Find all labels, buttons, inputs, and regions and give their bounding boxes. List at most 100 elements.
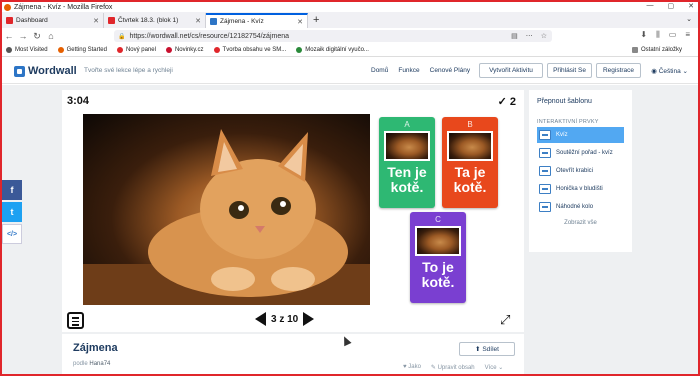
- bookmark-most-visited[interactable]: Most Visited: [6, 47, 48, 53]
- window-titlebar: Zájmena - Kvíz - Mozilla Firefox — ▢ ✕: [2, 2, 698, 12]
- tab-list-icon[interactable]: ⌄: [686, 15, 692, 23]
- question-image-kitten: [83, 114, 370, 305]
- nav-home[interactable]: Domů: [371, 67, 388, 74]
- page-actions-icon[interactable]: ⋯: [526, 32, 533, 40]
- tab-bar: Dashboard ✕ Čtvrtek 18.3. (blok 1) ✕ Záj…: [2, 12, 698, 28]
- template-item-maze-chase[interactable]: Honička v bludišti: [537, 181, 624, 197]
- nav-pricing[interactable]: Cenové Plány: [430, 67, 470, 74]
- close-tab-icon[interactable]: ✕: [297, 18, 303, 26]
- author-link[interactable]: Hana74: [89, 361, 110, 367]
- bookmark-star-icon[interactable]: ☆: [541, 32, 547, 40]
- share-icon: ⬆: [475, 346, 483, 353]
- answer-text: To je kotě.: [421, 259, 455, 290]
- close-tab-icon[interactable]: ✕: [195, 17, 201, 25]
- wheel-icon: [539, 202, 551, 212]
- bookmark-mozaik[interactable]: Mozaik digitální vyučo...: [296, 47, 369, 53]
- bookmark-tvorba[interactable]: Tvorba obsahu ve SM...: [213, 47, 287, 53]
- minimize-button[interactable]: —: [647, 2, 654, 10]
- edit-content-button[interactable]: ✎ Upravit obsah: [431, 364, 475, 371]
- more-button[interactable]: Více ⌄: [485, 364, 504, 371]
- tab-ctvrtek[interactable]: Čtvrtek 18.3. (blok 1) ✕: [104, 13, 206, 28]
- login-button[interactable]: Přihlásit Se: [547, 63, 592, 78]
- share-button[interactable]: ⬆ Sdílet: [459, 342, 515, 356]
- answer-a[interactable]: A Ten je kotě.: [379, 117, 435, 208]
- close-window-button[interactable]: ✕: [688, 2, 694, 10]
- bookmark-label: Tvorba obsahu ve SM...: [222, 47, 287, 53]
- home-icon[interactable]: ⌂: [44, 31, 58, 41]
- logo-icon: [14, 65, 25, 77]
- register-button[interactable]: Registrace: [596, 63, 641, 78]
- previous-arrow-icon[interactable]: [255, 312, 266, 326]
- panel-section-label: INTERAKTIVNÍ PRVKY: [537, 119, 599, 125]
- back-icon[interactable]: ←: [2, 31, 16, 41]
- check-icon: ✓: [497, 96, 507, 108]
- window-title: Zájmena - Kvíz - Mozilla Firefox: [14, 3, 113, 11]
- maximize-button[interactable]: ▢: [668, 2, 675, 10]
- maze-icon: [539, 184, 551, 194]
- new-tab-button[interactable]: +: [313, 13, 319, 28]
- like-button[interactable]: ♥ Jako: [403, 364, 421, 371]
- answer-text: Ten je kotě.: [387, 164, 427, 195]
- quiz-icon: [539, 130, 551, 140]
- url-bar[interactable]: 🔒 https://wordwall.net/cs/resource/12182…: [114, 30, 552, 42]
- next-arrow-icon[interactable]: [303, 312, 315, 326]
- share-label: Sdílet: [482, 345, 499, 353]
- globe-icon: ◉: [651, 68, 659, 75]
- template-label: Kvíz: [556, 132, 568, 138]
- bookmark-novinky[interactable]: Novinky.cz: [165, 47, 204, 53]
- template-item-gameshow[interactable]: Soutěžní pořad - kvíz: [537, 145, 624, 161]
- bookmark-icon: [213, 47, 220, 53]
- bookmark-label: Novinky.cz: [174, 47, 204, 53]
- reader-view-icon[interactable]: ▤: [511, 32, 518, 40]
- answer-b[interactable]: B Ta je kotě.: [442, 117, 498, 208]
- panel-title: Přepnout šablonu: [537, 98, 592, 105]
- facebook-share-icon[interactable]: f: [2, 180, 22, 200]
- template-item-random-wheel[interactable]: Náhodné kolo: [537, 199, 624, 215]
- tab-label: Dashboard: [16, 17, 48, 24]
- close-tab-icon[interactable]: ✕: [93, 17, 99, 25]
- game-menu-button[interactable]: [67, 312, 84, 329]
- language-selector[interactable]: ◉ Čeština ⌄: [651, 67, 688, 75]
- activity-actions: ♥ Jako ✎ Upravit obsah Více ⌄: [403, 364, 503, 371]
- bookmark-novy-panel[interactable]: Nový panel: [116, 47, 156, 53]
- wordwall-logo[interactable]: Wordwall: [14, 65, 77, 77]
- open-box-icon: [539, 166, 551, 176]
- menu-icon[interactable]: ≡: [685, 30, 690, 40]
- template-label: Náhodné kolo: [556, 204, 594, 210]
- bookmark-getting-started[interactable]: Getting Started: [57, 47, 107, 53]
- tagline: Tvořte své lekce lépe a rychleji: [84, 67, 173, 74]
- answer-c[interactable]: C To je kotě.: [410, 212, 466, 303]
- answer-letter: B: [467, 120, 473, 129]
- activity-title: Zájmena: [73, 342, 118, 354]
- nav-features[interactable]: Funkce: [398, 67, 419, 74]
- template-item-quiz[interactable]: Kvíz: [537, 127, 624, 143]
- bookmark-other[interactable]: Ostatní záložky: [631, 47, 682, 53]
- template-item-open-box[interactable]: Otevřít krabici: [537, 163, 624, 179]
- tab-favicon: [6, 17, 13, 24]
- answer-thumbnail: [384, 131, 430, 161]
- embed-icon[interactable]: </>: [2, 224, 22, 244]
- sidebar-icon[interactable]: ▭: [669, 30, 677, 40]
- language-label: Čeština: [658, 68, 681, 75]
- downloads-icon[interactable]: ⬇: [640, 30, 647, 40]
- site-header: Wordwall Tvořte své lekce lépe a rychlej…: [2, 58, 698, 84]
- fullscreen-icon[interactable]: ⤢: [500, 312, 510, 328]
- by-label: podle: [73, 361, 88, 367]
- create-activity-button[interactable]: Vytvořit Aktivitu: [479, 63, 543, 78]
- tab-zajmena[interactable]: Zájmena - Kvíz ✕: [206, 13, 308, 28]
- firefox-icon: [57, 47, 64, 53]
- library-icon[interactable]: ⫼: [656, 30, 660, 40]
- timer: 3:04: [67, 95, 90, 107]
- firefox-icon: [4, 3, 11, 11]
- twitter-share-icon[interactable]: t: [2, 202, 22, 222]
- show-all-link[interactable]: Zobrazit vše: [537, 220, 624, 226]
- header-nav: Domů Funkce Cenové Plány: [371, 67, 470, 74]
- window-controls: — ▢ ✕: [647, 2, 695, 10]
- gameshow-icon: [539, 148, 551, 158]
- game-area: 3:04 ✓ 2 A Ten je kotě. B Ta je kotě. C …: [62, 90, 524, 332]
- reload-icon[interactable]: ↻: [30, 31, 44, 42]
- forward-icon[interactable]: →: [16, 31, 30, 41]
- answer-letter: C: [435, 215, 441, 224]
- tab-dashboard[interactable]: Dashboard ✕: [2, 13, 104, 28]
- url-text[interactable]: https://wordwall.net/cs/resource/1218275…: [129, 33, 289, 40]
